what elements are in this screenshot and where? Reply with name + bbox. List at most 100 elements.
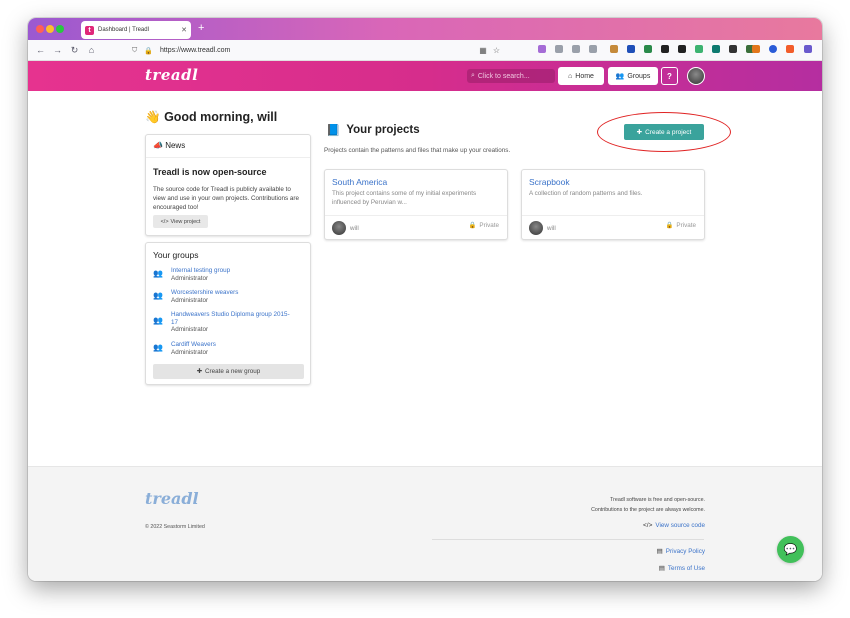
- privacy-policy-link[interactable]: ▤ Privacy Policy: [657, 547, 705, 556]
- shield-icon[interactable]: ⛉: [132, 47, 137, 55]
- reload-icon[interactable]: ↻: [66, 45, 83, 56]
- extension-icon[interactable]: [712, 45, 720, 53]
- avatar: [332, 221, 346, 235]
- browser-tab[interactable]: t Dashboard | Treadl ✕: [81, 21, 191, 39]
- treadl-favicon-icon: t: [85, 25, 94, 35]
- library-icon[interactable]: [572, 45, 580, 53]
- visibility-badge: 🔒 Private: [468, 221, 499, 230]
- extension-icon[interactable]: [610, 45, 618, 53]
- wave-icon: 👋: [145, 110, 161, 124]
- project-owner: will: [350, 225, 359, 232]
- plus-icon: ✚: [196, 368, 202, 375]
- address-bar[interactable]: ⛉ 🔒 https://www.treadl.com ▦ ☆: [132, 43, 500, 58]
- home-label: Home: [575, 72, 594, 80]
- copyright-text: © 2022 Seastorm Limited: [145, 524, 205, 530]
- footer-text: Treadl software is free and open-source.: [610, 497, 705, 503]
- maximize-window-button[interactable]: [56, 25, 64, 33]
- extension-icon[interactable]: [729, 45, 737, 53]
- megaphone-icon: 📣: [153, 141, 163, 150]
- document-icon: ▤: [658, 565, 665, 572]
- app-header: treadl ⌕ Click to search... ⌂ Home 👥 Gro…: [28, 61, 822, 91]
- browser-toolbar: ← → ↻ ⌂ ⛉ 🔒 https://www.treadl.com ▦ ☆: [28, 40, 822, 61]
- greeting-text: Good morning, will: [164, 110, 278, 124]
- sidebar-icon[interactable]: [589, 45, 597, 53]
- home-icon[interactable]: ⌂: [83, 45, 100, 55]
- list-item[interactable]: 👥 Worcestershire weavers Administrator: [153, 289, 291, 304]
- news-card: 📣 News Treadl is now open-source The sou…: [145, 134, 311, 236]
- view-source-link[interactable]: </> View source code: [643, 522, 705, 529]
- groups-heading: Your groups: [153, 250, 199, 260]
- project-card[interactable]: South America This project contains some…: [324, 169, 508, 240]
- menu-icon[interactable]: [804, 45, 812, 53]
- new-tab-button[interactable]: +: [198, 22, 204, 34]
- extension-icon[interactable]: [769, 45, 777, 53]
- project-owner: will: [547, 225, 556, 232]
- minimize-window-button[interactable]: [46, 25, 54, 33]
- project-description: A collection of random patterns and file…: [529, 190, 643, 197]
- view-project-button[interactable]: </> View project: [153, 215, 208, 228]
- project-title[interactable]: South America: [325, 170, 507, 187]
- browser-window: t Dashboard | Treadl ✕ + ← → ↻ ⌂ ⛉ 🔒 htt…: [28, 18, 822, 581]
- users-icon: 👥: [153, 316, 163, 325]
- list-item[interactable]: 👥 Cardiff Weavers Administrator: [153, 341, 291, 356]
- extension-icon[interactable]: [661, 45, 669, 53]
- lock-icon: 🔒: [665, 222, 674, 229]
- close-tab-icon[interactable]: ✕: [181, 26, 187, 34]
- avatar: [529, 221, 543, 235]
- project-card[interactable]: Scrapbook A collection of random pattern…: [521, 169, 705, 240]
- forward-arrow-icon[interactable]: →: [49, 45, 66, 55]
- news-title: Treadl is now open-source: [153, 167, 267, 177]
- extension-icon[interactable]: [627, 45, 635, 53]
- chat-bubble-button[interactable]: 💬: [777, 536, 804, 563]
- tab-strip: t Dashboard | Treadl ✕ +: [28, 18, 822, 40]
- lock-icon[interactable]: 🔒: [144, 47, 153, 55]
- group-name[interactable]: Cardiff Weavers: [171, 341, 291, 349]
- extension-icon[interactable]: [786, 45, 794, 53]
- help-button[interactable]: ?: [661, 67, 678, 85]
- search-input[interactable]: ⌕ Click to search...: [467, 69, 555, 83]
- group-role: Administrator: [171, 296, 209, 304]
- projects-heading: 📘 Your projects: [326, 124, 420, 137]
- close-window-button[interactable]: [36, 25, 44, 33]
- code-icon: </>: [160, 218, 169, 225]
- news-body: The source code for Treadl is publicly a…: [153, 186, 299, 211]
- book-icon: 📘: [326, 125, 341, 137]
- project-title[interactable]: Scrapbook: [522, 170, 704, 187]
- treadl-logo[interactable]: treadl: [145, 66, 198, 84]
- avatar[interactable]: [687, 67, 705, 85]
- extension-icon[interactable]: [695, 45, 703, 53]
- groups-button[interactable]: 👥 Groups: [608, 67, 658, 85]
- search-icon: ⌕: [471, 72, 475, 79]
- bookmark-star-icon[interactable]: ☆: [493, 46, 500, 55]
- create-group-button[interactable]: ✚ Create a new group: [153, 364, 304, 379]
- search-placeholder: Click to search...: [477, 72, 530, 80]
- group-role: Administrator: [171, 274, 209, 282]
- visibility-badge: 🔒 Private: [665, 221, 696, 230]
- extension-icon[interactable]: [644, 45, 652, 53]
- divider: [432, 539, 704, 540]
- highlight-annotation: [597, 112, 731, 152]
- group-name[interactable]: Internal testing group: [171, 267, 291, 275]
- group-role: Administrator: [171, 326, 209, 333]
- metamask-icon[interactable]: [752, 45, 760, 53]
- list-item[interactable]: 👥 Handweavers Studio Diploma group 2015-…: [153, 311, 291, 334]
- terms-of-use-link[interactable]: ▤ Terms of Use: [658, 564, 705, 573]
- home-button[interactable]: ⌂ Home: [558, 67, 604, 85]
- group-name[interactable]: Handweavers Studio Diploma group 2015-17: [171, 311, 291, 326]
- users-icon: 👥: [153, 291, 163, 300]
- back-arrow-icon[interactable]: ←: [32, 45, 49, 55]
- list-item[interactable]: 👥 Internal testing group Administrator: [153, 267, 291, 282]
- qr-code-icon[interactable]: ▦: [479, 46, 487, 55]
- users-icon: 👥: [153, 269, 163, 278]
- projects-subtitle: Projects contain the patterns and files …: [324, 147, 511, 154]
- pocket-icon[interactable]: [538, 45, 546, 53]
- project-footer: will 🔒 Private: [325, 215, 507, 241]
- url-text[interactable]: https://www.treadl.com: [160, 47, 473, 54]
- groups-card: Your groups 👥 Internal testing group Adm…: [145, 242, 311, 385]
- extension-icon[interactable]: [678, 45, 686, 53]
- code-icon: </>: [643, 522, 653, 529]
- project-footer: will 🔒 Private: [522, 215, 704, 241]
- home-icon: ⌂: [568, 72, 573, 80]
- downloads-icon[interactable]: [555, 45, 563, 53]
- group-name[interactable]: Worcestershire weavers: [171, 289, 291, 297]
